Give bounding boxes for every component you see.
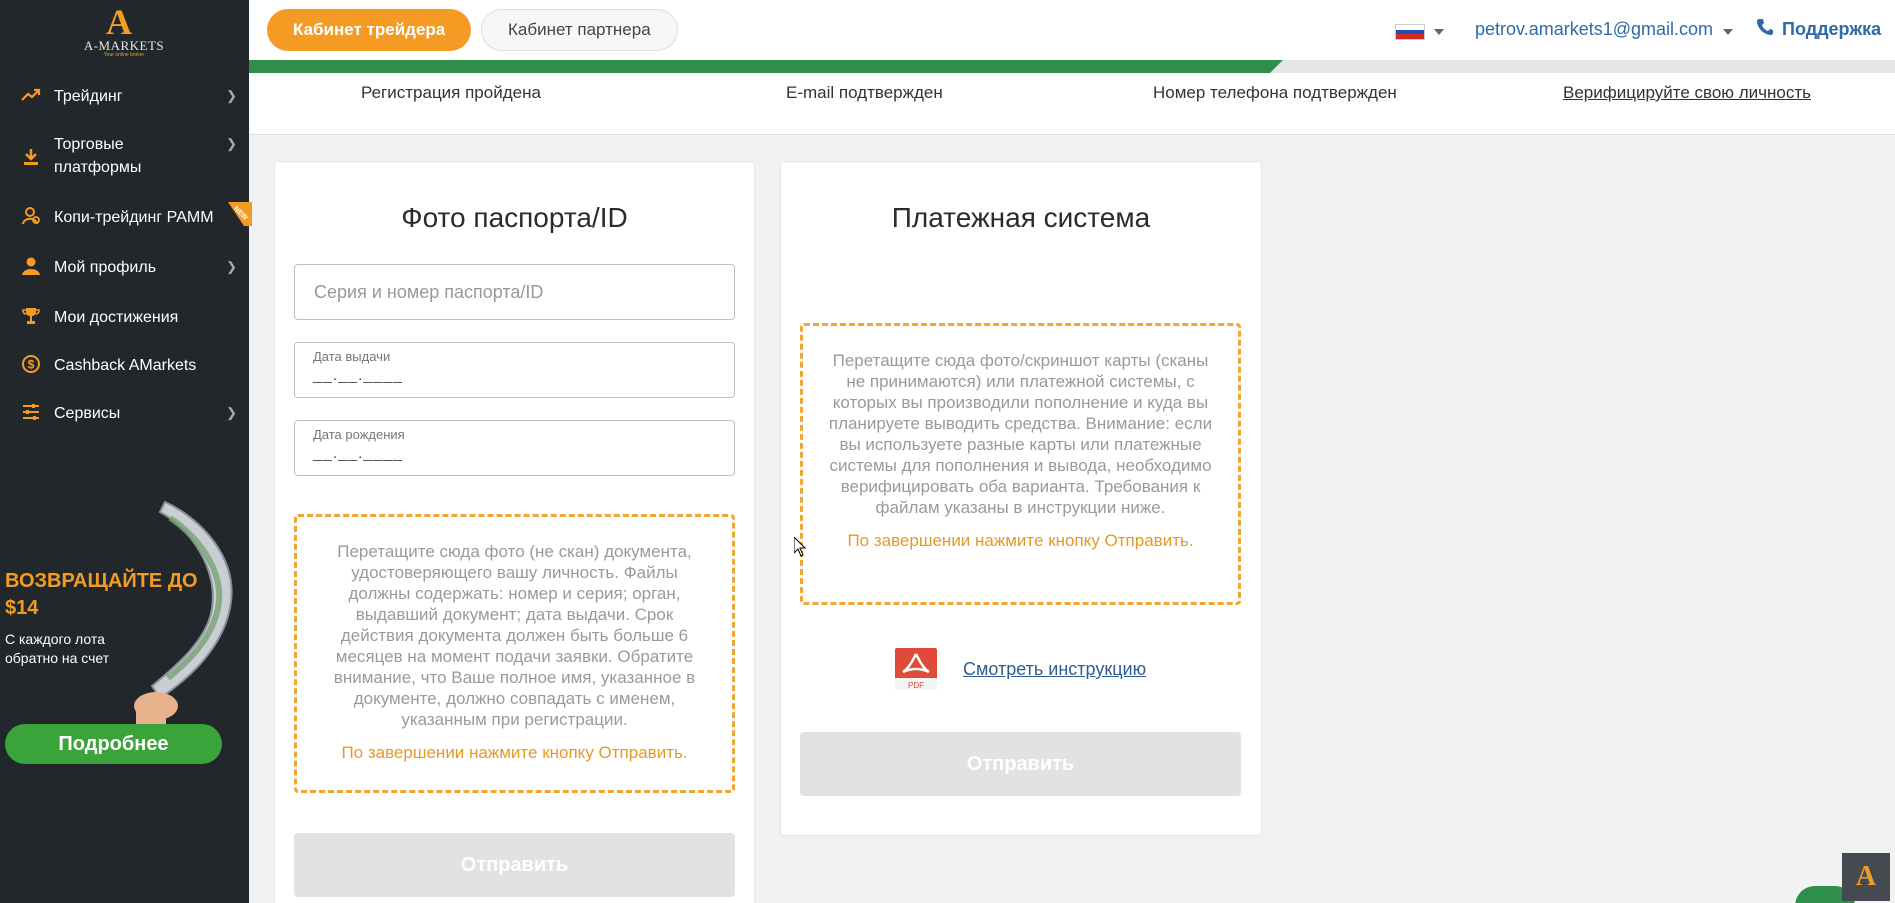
- progress-tip: [1270, 60, 1283, 73]
- step-phone: Номер телефона подтвержден: [1153, 83, 1397, 102]
- trending-icon: [21, 88, 41, 101]
- logo-tagline: Your online broker: [103, 52, 145, 58]
- issue-date-input[interactable]: __.__.____: [313, 367, 403, 385]
- birth-date-input[interactable]: __.__.____: [313, 445, 403, 463]
- passport-dropzone-hint: По завершении нажмите кнопку Отправить.: [341, 743, 688, 762]
- payment-dropzone-text: Перетащите сюда фото/скриншот карты (ска…: [828, 351, 1213, 517]
- payment-dropzone[interactable]: Перетащите сюда фото/скриншот карты (ска…: [800, 323, 1241, 605]
- issue-date-field[interactable]: Дата выдачи __.__.____: [294, 342, 735, 398]
- sidebar-item-label: Мой профиль: [54, 259, 157, 276]
- chevron-right-icon: ❯: [226, 136, 237, 151]
- sidebar: A A-MARKETS Your online broker Трейдинг …: [0, 0, 252, 903]
- sliders-icon: [23, 404, 39, 420]
- chevron-right-icon: ❯: [226, 88, 237, 103]
- cashback-icon: $: [22, 355, 40, 373]
- trader-cabinet-button[interactable]: Кабинет трейдера: [267, 9, 472, 51]
- trophy-icon: [22, 308, 40, 324]
- passport-card: Фото паспорта/ID Дата выдачи __.__.____ …: [274, 161, 755, 903]
- pdf-label: PDF: [908, 681, 924, 690]
- payment-submit-button[interactable]: Отправить: [800, 732, 1241, 796]
- sidebar-item-label: Cashback AMarkets: [54, 357, 197, 374]
- promo-subtitle: С каждого лота обратно на счет: [5, 631, 110, 666]
- passport-card-title: Фото паспорта/ID: [401, 202, 628, 233]
- issue-date-label: Дата выдачи: [313, 349, 391, 364]
- account-chevron-down-icon[interactable]: [1723, 29, 1733, 35]
- promo-banner[interactable]: ВОЗВРАЩАЙТЕ ДО $14 С каждого лота обратн…: [0, 498, 249, 778]
- phone-icon: [1757, 19, 1773, 35]
- pdf-icon[interactable]: PDF: [895, 648, 937, 690]
- amarkets-logo[interactable]: A A-MARKETS Your online broker: [74, 4, 174, 58]
- sidebar-item-label: Копи-трейдинг РАММ: [54, 209, 214, 226]
- verification-progress-bar: [249, 60, 1895, 73]
- new-badge-icon: NEW: [228, 202, 252, 226]
- sidebar-item-trading[interactable]: Трейдинг ❯: [0, 82, 249, 112]
- payment-card-title: Платежная система: [891, 202, 1151, 233]
- top-header: Кабинет трейдера Кабинет партнера petrov…: [249, 0, 1895, 60]
- language-chevron-down-icon[interactable]: [1434, 29, 1444, 35]
- sidebar-item-label: Торговые платформы: [54, 136, 142, 176]
- payment-dropzone-hint: По завершении нажмите кнопку Отправить.: [847, 531, 1194, 550]
- support-link[interactable]: Поддержка: [1782, 19, 1881, 40]
- promo-title: ВОЗВРАЩАЙТЕ ДО $14: [5, 570, 198, 619]
- sidebar-item-copy-trading[interactable]: Копи-трейдинг РАММ: [0, 203, 249, 233]
- chevron-right-icon: ❯: [226, 259, 237, 274]
- sidebar-item-profile[interactable]: Мой профиль ❯: [0, 253, 249, 283]
- birth-date-field[interactable]: Дата рождения __.__.____: [294, 420, 735, 476]
- partner-cabinet-button[interactable]: Кабинет партнера: [481, 9, 678, 51]
- passport-dropzone-text: Перетащите сюда фото (не скан) документа…: [333, 542, 696, 729]
- sidebar-item-label: Сервисы: [54, 405, 121, 422]
- download-icon: [24, 149, 38, 165]
- passport-dropzone[interactable]: Перетащите сюда фото (не скан) документа…: [294, 514, 735, 793]
- view-instruction-link[interactable]: Смотреть инструкцию: [963, 659, 1146, 680]
- copy-trading-icon: [22, 207, 40, 225]
- passport-submit-button[interactable]: Отправить: [294, 833, 735, 897]
- verification-steps: Регистрация пройдена E-mail подтвержден …: [249, 73, 1895, 135]
- sidebar-item-label: Мои достижения: [54, 309, 179, 326]
- logo-letter: A: [106, 2, 132, 42]
- sidebar-item-label: Трейдинг: [54, 88, 123, 105]
- birth-date-label: Дата рождения: [313, 427, 405, 442]
- step-verify-identity-link[interactable]: Верифицируйте свою личность: [1563, 83, 1811, 103]
- passport-series-input[interactable]: [295, 265, 734, 319]
- sidebar-item-services[interactable]: Сервисы ❯: [0, 399, 249, 429]
- chevron-right-icon: ❯: [226, 405, 237, 420]
- russia-flag-icon[interactable]: [1395, 24, 1425, 40]
- account-email-menu[interactable]: petrov.amarkets1@gmail.com: [1475, 19, 1713, 40]
- sidebar-item-cashback[interactable]: $ Cashback AMarkets: [0, 351, 249, 381]
- amarkets-corner-logo-icon[interactable]: A: [1842, 853, 1890, 901]
- step-registration: Регистрация пройдена: [361, 83, 541, 102]
- step-email: E-mail подтвержден: [786, 83, 943, 102]
- mouse-cursor-icon: [794, 537, 806, 557]
- promo-more-button[interactable]: Подробнее: [5, 724, 222, 764]
- passport-series-field[interactable]: [294, 264, 735, 320]
- progress-fill: [249, 60, 1270, 73]
- sidebar-item-achievements[interactable]: Мои достижения: [0, 303, 249, 333]
- payment-card: Платежная система Перетащите сюда фото/с…: [780, 161, 1262, 836]
- user-icon: [22, 257, 40, 275]
- svg-text:$: $: [28, 358, 35, 372]
- sidebar-item-platforms[interactable]: Торговые платформы ❯: [0, 130, 249, 180]
